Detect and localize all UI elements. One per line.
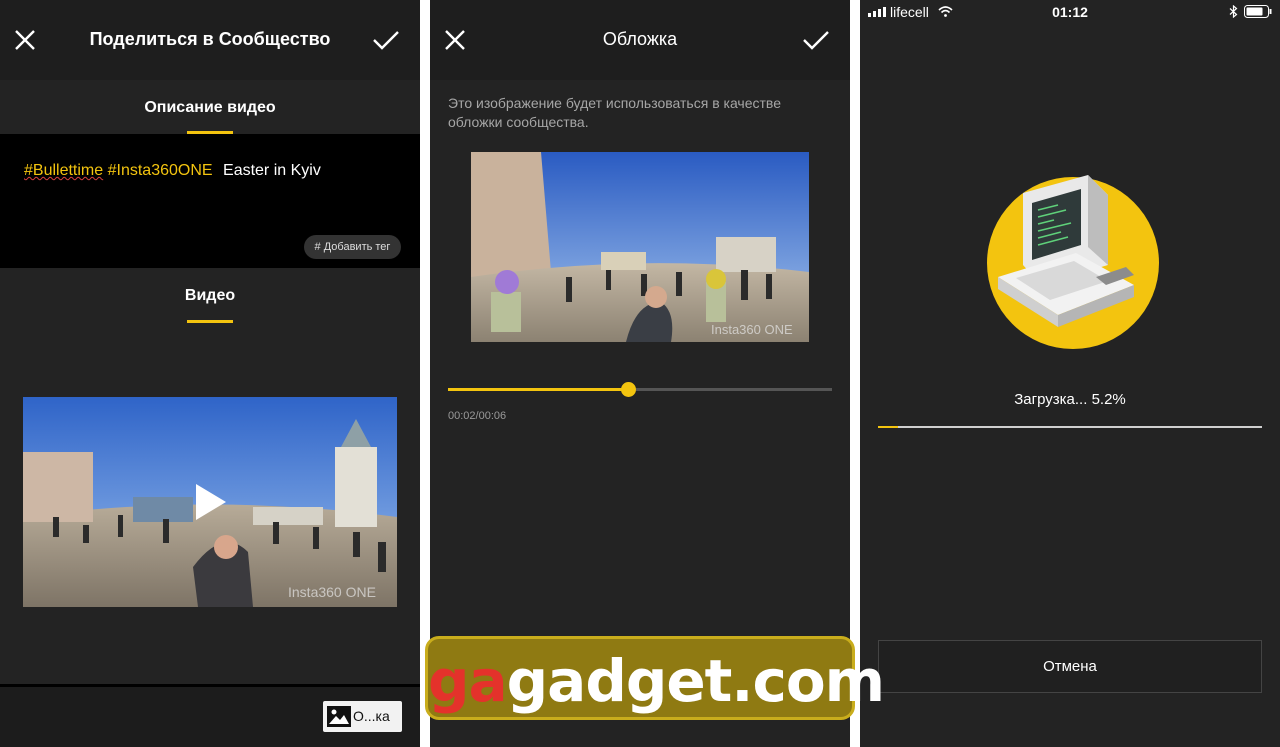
site-watermark-logo: gagadget.com xyxy=(425,636,885,720)
svg-text:Insta360 ONE: Insta360 ONE xyxy=(711,322,793,337)
add-tag-button[interactable]: # Добавить тег xyxy=(304,235,401,259)
upload-status: Загрузка... 5.2% xyxy=(1014,391,1126,408)
slider-thumb[interactable] xyxy=(621,382,637,397)
cover-button-label: О...ка xyxy=(353,708,390,724)
share-screen: Поделиться в Сообщество Описание видео #… xyxy=(0,0,420,747)
page-title: Поделиться в Сообщество xyxy=(89,29,331,49)
image-icon xyxy=(327,706,351,727)
hashtag: #Insta360ONE xyxy=(107,162,213,179)
cover-time-slider[interactable] xyxy=(448,382,832,397)
check-icon[interactable] xyxy=(802,29,830,51)
video-preview[interactable]: Insta360 ONE xyxy=(23,397,397,607)
description-text[interactable]: #Bullettime #Insta360ONE Easter in Kyiv xyxy=(24,162,321,180)
cancel-button[interactable]: Отмена xyxy=(878,640,1262,693)
page-title: Обложка xyxy=(602,29,678,49)
cover-frame-image: Insta360 ONE xyxy=(471,152,809,342)
computer-illustration xyxy=(987,175,1159,349)
description-plain-text: Easter in Kyiv xyxy=(223,162,321,179)
time-label: 00:02/00:06 xyxy=(448,410,507,422)
cover-hint-text: Это изображение будет использоваться в к… xyxy=(448,95,781,130)
check-icon[interactable] xyxy=(372,29,400,51)
clock: 01:12 xyxy=(1052,4,1088,20)
description-tab[interactable]: Описание видео xyxy=(0,99,420,117)
watermark-text: gagadget.com xyxy=(428,647,885,715)
play-icon[interactable] xyxy=(193,482,229,522)
upload-progress-fill xyxy=(878,426,898,428)
header: Поделиться в Сообщество xyxy=(0,0,420,80)
slider-fill xyxy=(448,388,629,391)
status-bar: lifecell 01:12 xyxy=(860,0,1280,24)
battery-icon xyxy=(1244,5,1272,18)
hashtag: #Bullettime xyxy=(24,162,104,179)
video-tab[interactable]: Видео xyxy=(0,287,420,305)
header: Обложка xyxy=(430,0,850,80)
upload-screen: lifecell 01:12 Загрузка... 5.2% Отмена xyxy=(860,0,1280,747)
upload-progress-bar xyxy=(878,426,1262,428)
svg-text:Insta360 ONE: Insta360 ONE xyxy=(288,584,376,600)
video-tab-underline xyxy=(187,320,233,323)
cover-preview-image: Insta360 ONE xyxy=(471,152,809,342)
cover-screen: Обложка Это изображение будет использова… xyxy=(430,0,850,747)
cover-button[interactable]: О...ка xyxy=(323,701,402,732)
bluetooth-icon xyxy=(1229,5,1238,18)
